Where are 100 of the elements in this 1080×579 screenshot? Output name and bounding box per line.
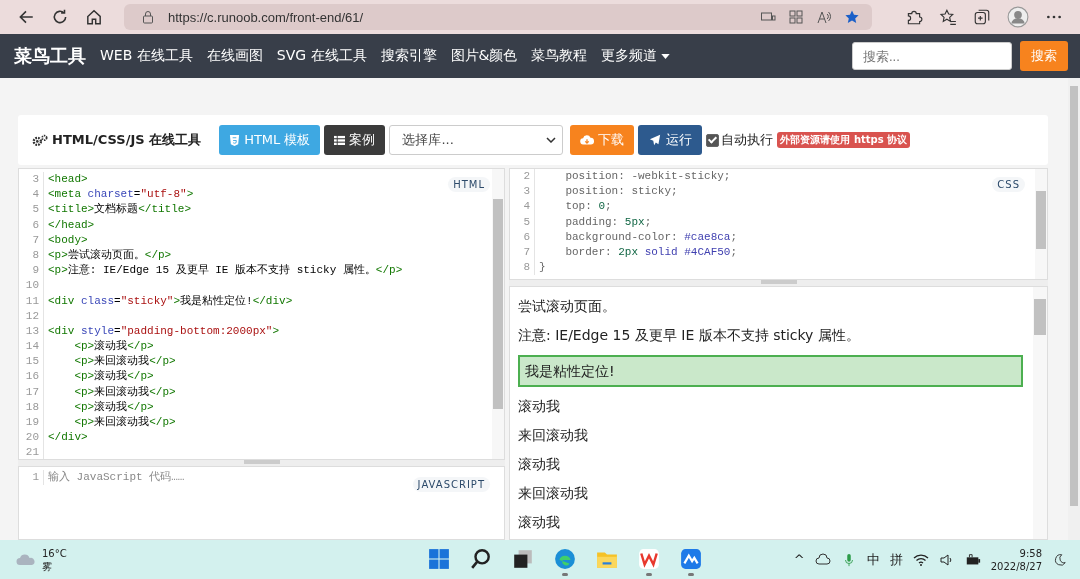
code-line: <p>来回滚动我</p> xyxy=(73,384,176,400)
ime-mode[interactable]: 中 xyxy=(866,550,880,569)
moon-icon[interactable] xyxy=(1052,552,1068,567)
nav-link[interactable]: 在线画图 xyxy=(206,47,263,65)
line-number: 17 xyxy=(19,384,44,400)
nav-link[interactable]: WEB 在线工具 xyxy=(100,47,193,65)
line-number: 11 xyxy=(19,293,44,309)
css-editor[interactable]: 2 position: -webkit-sticky; 3 position: sticky; 4 top: 0; 5 padding: 5px; 6 background-color: #cae8ca; 7 border: 2px solid #4CAF50; 8 } CSS xyxy=(509,168,1048,280)
line-number: 8 xyxy=(19,247,44,264)
examples-button[interactable]: 案例 xyxy=(324,125,386,155)
list-icon xyxy=(334,134,346,146)
scrollbar-thumb[interactable] xyxy=(493,199,503,409)
battery-icon[interactable] xyxy=(964,552,981,567)
preview-paragraph: 滚动我 xyxy=(518,513,561,532)
code-line: position: sticky; xyxy=(564,184,678,200)
code-line: <body> xyxy=(47,232,88,248)
line-number: 15 xyxy=(19,354,44,370)
line-number: 10 xyxy=(19,278,44,294)
nav-link[interactable]: 图片&颜色 xyxy=(450,47,518,65)
code-line: <div style="padding-bottom:2000px"> xyxy=(47,323,280,339)
nav-link[interactable]: SVG 在线工具 xyxy=(276,47,367,65)
line-number: 7 xyxy=(510,244,535,261)
ime-indicator[interactable]: 拼 xyxy=(889,550,903,569)
code-line: <p>尝试滚动页面。</p> xyxy=(47,247,172,263)
code-line: <p>滚动我</p> xyxy=(73,399,154,415)
caret-icon xyxy=(661,53,671,59)
line-number: 4 xyxy=(19,187,44,203)
search-icon[interactable] xyxy=(469,547,492,570)
line-number: 1 xyxy=(19,470,44,486)
code-line: padding: 5px; xyxy=(564,214,652,230)
auto-run-checkbox[interactable] xyxy=(706,133,720,147)
line-number: 20 xyxy=(19,430,44,446)
preview-paragraph: 滚动我 xyxy=(518,397,561,416)
code-line: border: 2px solid #4CAF50; xyxy=(564,244,738,260)
line-number: 9 xyxy=(19,263,44,279)
nav-link[interactable]: 更多频道 xyxy=(601,47,671,65)
address-bar[interactable]: https://c.runoob.com/front-end/61/ xyxy=(124,4,872,30)
cloud-download-icon xyxy=(580,134,595,146)
code-line: </div> xyxy=(47,430,88,446)
https-notice-badge: 外部资源请使用 https 协议 xyxy=(777,132,911,148)
code-line: <title>文档标题</title> xyxy=(47,202,192,218)
preview-paragraph: 来回滚动我 xyxy=(518,426,589,445)
star-icon[interactable] xyxy=(844,9,860,25)
code-line: <meta charset="utf-8"> xyxy=(47,187,194,203)
nav-link[interactable]: 菜鸟教程 xyxy=(531,47,588,65)
scrollbar[interactable] xyxy=(1035,169,1047,279)
hidden-icons-chevron[interactable]: ^ xyxy=(793,552,805,567)
code-line: position: -webkit-sticky; xyxy=(564,169,731,184)
temperature-text: 16°C xyxy=(42,546,67,560)
line-number: 14 xyxy=(19,339,44,355)
start-icon[interactable] xyxy=(427,547,450,570)
html5-shield-icon xyxy=(229,134,241,146)
url-text: https://c.runoob.com/front-end/61/ xyxy=(168,9,364,25)
code-line: <p>来回滚动我</p> xyxy=(73,354,176,370)
sticky-box: 我是粘性定位! xyxy=(518,355,1023,387)
line-number: 12 xyxy=(19,308,44,324)
preview-paragraph: 滚动我 xyxy=(518,455,561,474)
scrollbar[interactable] xyxy=(492,169,504,459)
line-number: 3 xyxy=(510,184,535,200)
code-line: <div class="sticky">我是粘性定位!</div> xyxy=(47,293,293,309)
line-number: 13 xyxy=(19,323,44,340)
line-number: 4 xyxy=(510,199,535,215)
code-line: <p>来回滚动我</p> xyxy=(73,415,176,430)
wifi-icon[interactable] xyxy=(912,552,929,567)
line-number: 2 xyxy=(510,169,535,185)
library-select[interactable]: 选择库... xyxy=(389,125,564,155)
line-number: 3 xyxy=(19,172,44,188)
grid-icon[interactable] xyxy=(788,9,804,25)
read-aloud-icon[interactable] xyxy=(816,9,832,25)
scrollbar-thumb[interactable] xyxy=(1070,86,1078,506)
code-line: <p>滚动我</p> xyxy=(73,339,154,355)
line-number: 5 xyxy=(19,202,44,218)
cloud-icon[interactable] xyxy=(814,552,831,567)
line-number: 5 xyxy=(510,214,535,230)
line-number: 19 xyxy=(19,415,44,431)
javascript-editor[interactable]: 1 输入 JavaScript 代码…… JAVASCRIPT xyxy=(18,466,505,540)
run-button[interactable]: 运行 xyxy=(638,125,703,155)
task-view-icon[interactable] xyxy=(511,547,534,570)
page-scrollbar[interactable] xyxy=(1068,78,1080,540)
lock-icon[interactable] xyxy=(140,9,156,25)
html-badge: HTML xyxy=(448,177,490,192)
html-editor[interactable] xyxy=(18,168,505,460)
code-line: <p>注意: IE/Edge 15 及更早 IE 版本不支持 sticky 属性。</p> xyxy=(47,263,403,279)
line-number: 8 xyxy=(510,260,535,276)
code-line: <p>滚动我</p> xyxy=(73,369,154,385)
clock[interactable]: 9:58 2022/8/27 xyxy=(990,546,1042,573)
scrollbar[interactable] xyxy=(1033,287,1047,539)
preview-paragraph: 来回滚动我 xyxy=(518,484,589,503)
scrollbar-thumb[interactable] xyxy=(1034,299,1046,335)
browser-icon[interactable] xyxy=(553,547,576,570)
app-icon[interactable] xyxy=(679,547,702,570)
preview-paragraph: 注意: IE/Edge 15 及更早 IE 版本不支持 sticky 属性。 xyxy=(518,326,861,345)
line-number: 18 xyxy=(19,399,44,415)
office-app-icon[interactable] xyxy=(637,547,660,570)
nav-link[interactable]: 搜索引擎 xyxy=(380,47,437,65)
scrollbar-thumb[interactable] xyxy=(1036,191,1046,249)
code-line: <head> xyxy=(47,172,88,187)
auto-run-label[interactable]: 自动执行 xyxy=(721,131,774,149)
site-logo[interactable]: 菜鸟工具 xyxy=(14,44,86,68)
search-field[interactable]: 搜索... xyxy=(852,42,1012,70)
